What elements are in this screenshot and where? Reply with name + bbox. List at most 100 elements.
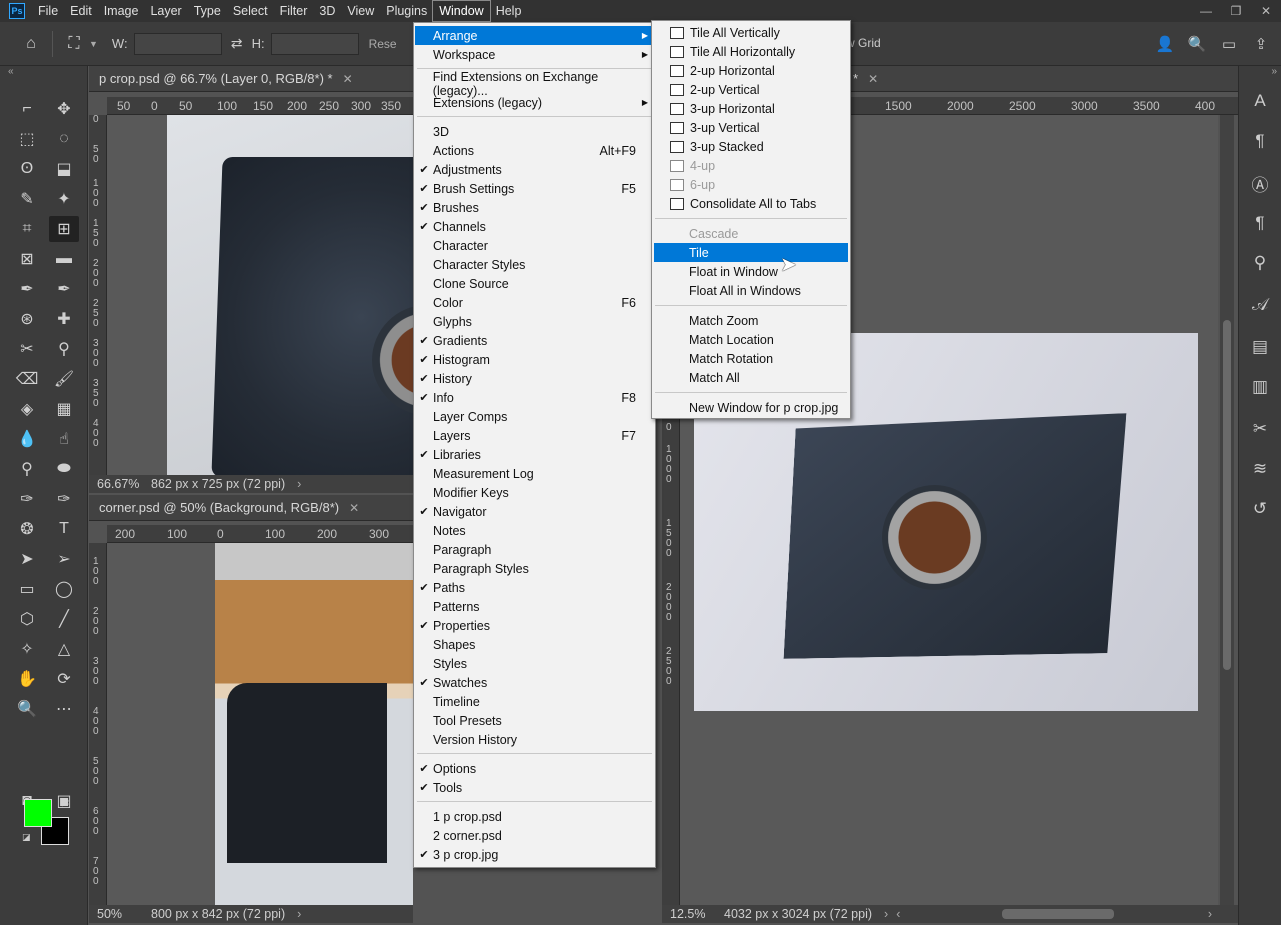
menu-file[interactable]: File: [32, 1, 64, 21]
window-menu-item-history[interactable]: ✔ History: [415, 369, 654, 388]
quick-selection-icon[interactable]: ✎: [12, 186, 42, 212]
character-panel-icon[interactable]: A: [1245, 86, 1275, 116]
arrange-menu-item-match-rotation[interactable]: Match Rotation: [654, 349, 848, 368]
arrange-menu-item-3-up-horizontal[interactable]: 3-up Horizontal: [654, 99, 848, 118]
close-tab-icon[interactable]: ✕: [868, 72, 878, 86]
window-menu-item-tools[interactable]: ✔ Tools: [415, 778, 654, 797]
direct-selection-icon[interactable]: ➢: [49, 546, 79, 572]
gradient-tool-icon[interactable]: ▦: [49, 396, 79, 422]
restore-button[interactable]: ❐: [1221, 0, 1251, 22]
rotate-view-icon[interactable]: ⟳: [49, 666, 79, 692]
window-menu-item-character[interactable]: Character: [415, 236, 654, 255]
clone-stamp-icon[interactable]: ⚲: [49, 336, 79, 362]
horizontal-scrollbar-thumb[interactable]: [1002, 909, 1114, 919]
arrange-menu-item-3-up-stacked[interactable]: 3-up Stacked: [654, 137, 848, 156]
window-menu-item-glyphs[interactable]: Glyphs: [415, 312, 654, 331]
custom-shape-icon[interactable]: ✧: [12, 636, 42, 662]
marquee-tool-icon[interactable]: ⬚: [12, 126, 42, 152]
magic-wand-icon[interactable]: ✦: [49, 186, 79, 212]
window-menu-item-1-p-crop-psd[interactable]: 1 p crop.psd: [415, 807, 654, 826]
smudge-tool-icon[interactable]: ☝: [49, 426, 79, 452]
arrange-menu-item-tile-all-horizontally[interactable]: Tile All Horizontally: [654, 42, 848, 61]
window-menu-item-2-corner-psd[interactable]: 2 corner.psd: [415, 826, 654, 845]
window-menu-item-arrange[interactable]: Arrange ▶: [415, 26, 654, 45]
glyphs-icon[interactable]: 𝒜: [1245, 290, 1275, 320]
window-menu-item-paragraph-styles[interactable]: Paragraph Styles: [415, 559, 654, 578]
paragraph-panel-icon[interactable]: ¶: [1245, 126, 1275, 156]
crop-tool-icon[interactable]: ⌗: [12, 216, 42, 242]
menu-edit[interactable]: Edit: [64, 1, 98, 21]
zoom-tool-icon[interactable]: 🔍: [12, 696, 42, 722]
share-icon[interactable]: ⇪: [1247, 30, 1275, 58]
rectangle-tool-icon[interactable]: ▭: [12, 576, 42, 602]
arrange-menu-item-match-location[interactable]: Match Location: [654, 330, 848, 349]
window-menu-item-paragraph[interactable]: Paragraph: [415, 540, 654, 559]
window-menu-item-workspace[interactable]: Workspace ▶: [415, 45, 654, 64]
window-menu-item-character-styles[interactable]: Character Styles: [415, 255, 654, 274]
arrange-menu-item-float-in-window[interactable]: Float in Window: [654, 262, 848, 281]
menu-filter[interactable]: Filter: [274, 1, 314, 21]
sponge-tool-icon[interactable]: ⬬: [49, 456, 79, 482]
window-menu-item-find-extensions-on-exchange-legacy[interactable]: Find Extensions on Exchange (legacy)...: [415, 70, 654, 98]
chevron-right-icon[interactable]: ›: [297, 477, 301, 491]
character-styles-icon[interactable]: Ⓐ: [1245, 168, 1275, 198]
home-icon[interactable]: ⌂: [16, 29, 46, 59]
chevron-right-icon[interactable]: ›: [1208, 907, 1212, 921]
close-tab-icon[interactable]: ✕: [343, 72, 353, 86]
crop-preset-icon[interactable]: ⛶: [59, 29, 89, 59]
bandage-icon[interactable]: ✚: [49, 306, 79, 332]
arrange-menu-item-tile-all-vertically[interactable]: Tile All Vertically: [654, 23, 848, 42]
chevron-right-icon[interactable]: ›: [297, 907, 301, 921]
document-tab-p-crop-jpg[interactable]: * ✕: [851, 66, 1238, 92]
menu-layer[interactable]: Layer: [144, 1, 187, 21]
clone-source-icon[interactable]: ⚲: [1245, 248, 1275, 278]
arrange-menu-item-3-up-vertical[interactable]: 3-up Vertical: [654, 118, 848, 137]
screen-mode-icon[interactable]: ▣: [49, 788, 79, 814]
document-tab-corner-psd[interactable]: corner.psd @ 50% (Background, RGB/8*) ✕: [89, 495, 413, 521]
window-menu-item-brush-settings[interactable]: ✔ Brush Settings F5: [415, 179, 654, 198]
menu-view[interactable]: View: [341, 1, 380, 21]
view-grid-option[interactable]: w Grid: [846, 36, 881, 50]
menu-select[interactable]: Select: [227, 1, 274, 21]
menu-image[interactable]: Image: [98, 1, 145, 21]
close-button[interactable]: ✕: [1251, 0, 1281, 22]
window-menu-item-patterns[interactable]: Patterns: [415, 597, 654, 616]
menu-3d[interactable]: 3D: [313, 1, 341, 21]
color-sampler-icon[interactable]: ✒: [49, 276, 79, 302]
window-menu-item-styles[interactable]: Styles: [415, 654, 654, 673]
artboard-tool-icon[interactable]: ⌐: [12, 96, 42, 122]
polygon-tool-icon[interactable]: ⬡: [12, 606, 42, 632]
window-menu-item-version-history[interactable]: Version History: [415, 730, 654, 749]
arrange-menu-item-tile[interactable]: Tile: [654, 243, 848, 262]
move-tool-icon[interactable]: ✥: [49, 96, 79, 122]
window-menu-item-extensions-legacy[interactable]: Extensions (legacy) ▶: [415, 93, 654, 112]
height-field[interactable]: [270, 32, 359, 55]
zoom-level[interactable]: 66.67%: [89, 477, 151, 491]
window-menu-item-gradients[interactable]: ✔ Gradients: [415, 331, 654, 350]
minimize-button[interactable]: —: [1191, 0, 1221, 22]
object-selection-icon[interactable]: ⬓: [49, 156, 79, 182]
freeform-pen-icon[interactable]: ✑: [49, 486, 79, 512]
document-tab-p-crop-psd[interactable]: p crop.psd @ 66.7% (Layer 0, RGB/8*) * ✕: [89, 66, 413, 92]
measurement-log-icon[interactable]: ≋: [1245, 454, 1275, 484]
tool-presets-icon[interactable]: ✂: [1245, 414, 1275, 444]
document-canvas-p-crop-psd[interactable]: [107, 115, 413, 475]
close-tab-icon[interactable]: ✕: [349, 501, 359, 515]
arrange-menu-item-2-up-horizontal[interactable]: 2-up Horizontal: [654, 61, 848, 80]
more-tools-icon[interactable]: ⋯: [49, 696, 79, 722]
search-icon[interactable]: 🔍: [1183, 30, 1211, 58]
window-menu-item-3d[interactable]: 3D: [415, 122, 654, 141]
hand-tool-icon[interactable]: ✋: [12, 666, 42, 692]
window-menu-item-timeline[interactable]: Timeline: [415, 692, 654, 711]
window-menu-item-measurement-log[interactable]: Measurement Log: [415, 464, 654, 483]
arrange-menu-item-match-zoom[interactable]: Match Zoom: [654, 311, 848, 330]
workspace-icon[interactable]: ▭: [1215, 30, 1243, 58]
triangle-tool-icon[interactable]: △: [49, 636, 79, 662]
arrange-menu-item-match-all[interactable]: Match All: [654, 368, 848, 387]
window-menu-item-brushes[interactable]: ✔ Brushes: [415, 198, 654, 217]
default-colors-icon[interactable]: ◪: [22, 832, 31, 843]
window-menu-item-paths[interactable]: ✔ Paths: [415, 578, 654, 597]
window-menu-item-swatches[interactable]: ✔ Swatches: [415, 673, 654, 692]
window-menu-item-clone-source[interactable]: Clone Source: [415, 274, 654, 293]
user-search-icon[interactable]: 👤: [1151, 30, 1179, 58]
